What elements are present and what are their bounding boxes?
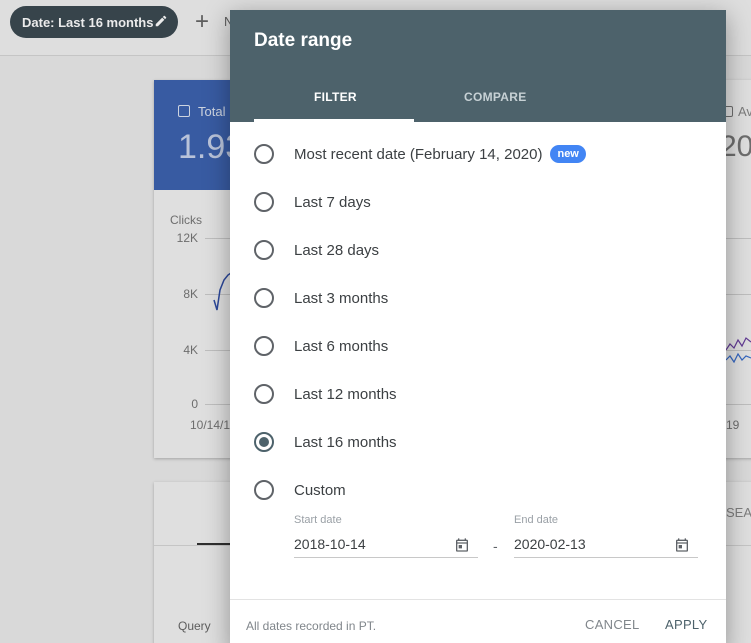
radio-button[interactable] xyxy=(254,384,274,404)
start-date-value: 2018-10-14 xyxy=(294,536,366,552)
option-label: Custom xyxy=(294,481,346,499)
option-label: Last 28 days xyxy=(294,241,380,259)
option-label: Last 7 days xyxy=(294,193,371,211)
tab-compare[interactable]: COMPARE xyxy=(464,90,527,104)
option-last-6-months[interactable]: Last 6 months xyxy=(254,334,388,358)
dialog-header: Date range FILTER COMPARE xyxy=(230,10,726,122)
timezone-note: All dates recorded in PT. xyxy=(246,619,377,633)
option-custom[interactable]: Custom xyxy=(254,478,346,502)
radio-button[interactable] xyxy=(254,480,274,500)
option-last-28-days[interactable]: Last 28 days xyxy=(254,238,379,262)
end-date-field[interactable]: End date 2020-02-13 xyxy=(514,514,698,558)
option-last-3-months[interactable]: Last 3 months xyxy=(254,286,388,310)
end-date-label: End date xyxy=(514,514,559,526)
start-date-field[interactable]: Start date 2018-10-14 xyxy=(294,514,478,558)
dialog-footer-divider xyxy=(230,599,726,600)
end-date-input[interactable]: 2020-02-13 xyxy=(514,536,698,558)
date-separator: - xyxy=(493,538,498,554)
calendar-icon[interactable] xyxy=(454,536,470,554)
option-label: Last 6 months xyxy=(294,337,389,355)
start-date-label: Start date xyxy=(294,514,342,526)
option-label: Most recent date (February 14, 2020) xyxy=(294,145,543,163)
radio-button[interactable] xyxy=(254,288,274,308)
option-most-recent-date[interactable]: Most recent date (February 14, 2020) new xyxy=(254,142,586,166)
tab-filter[interactable]: FILTER xyxy=(314,90,357,104)
radio-button-selected[interactable] xyxy=(254,432,274,452)
start-date-input[interactable]: 2018-10-14 xyxy=(294,536,478,558)
calendar-icon[interactable] xyxy=(674,536,690,554)
radio-button[interactable] xyxy=(254,144,274,164)
new-badge: new xyxy=(550,145,586,163)
end-date-value: 2020-02-13 xyxy=(514,536,586,552)
option-label: Last 16 months xyxy=(294,433,397,451)
date-range-dialog: Date range FILTER COMPARE Most recent da… xyxy=(230,10,726,643)
radio-button[interactable] xyxy=(254,240,274,260)
option-last-7-days[interactable]: Last 7 days xyxy=(254,190,371,214)
cancel-button[interactable]: CANCEL xyxy=(585,617,640,632)
active-tab-indicator xyxy=(254,119,414,122)
dialog-title: Date range xyxy=(254,30,353,51)
radio-button[interactable] xyxy=(254,336,274,356)
apply-button[interactable]: APPLY xyxy=(665,617,707,632)
option-last-12-months[interactable]: Last 12 months xyxy=(254,382,397,406)
option-label: Last 12 months xyxy=(294,385,397,403)
radio-button[interactable] xyxy=(254,192,274,212)
option-label: Last 3 months xyxy=(294,289,389,307)
option-last-16-months[interactable]: Last 16 months xyxy=(254,430,397,454)
